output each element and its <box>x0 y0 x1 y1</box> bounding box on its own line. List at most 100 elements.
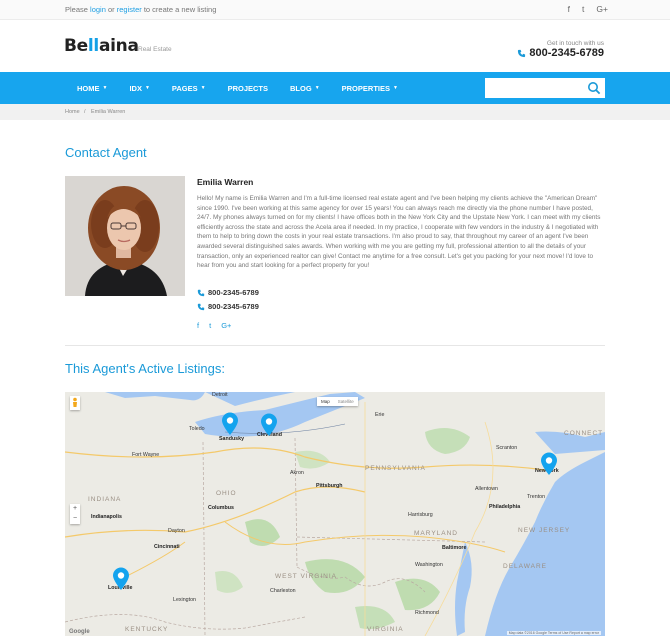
phone-icon <box>518 49 526 57</box>
map-label-city: Detroit <box>212 392 228 398</box>
chevron-down-icon: ▼ <box>392 85 398 91</box>
map-label-city: Columbus <box>208 505 234 511</box>
logo-subtitle: Real Estate <box>138 46 172 53</box>
agent-phone-number: 800-2345-6789 <box>208 302 259 311</box>
map-tiles <box>65 392 605 636</box>
nav-item-properties[interactable]: PROPERTIES ▼ <box>342 84 398 93</box>
map-label-state: MARYLAND <box>414 530 459 537</box>
map-label-state: VIRGINIA <box>367 626 404 633</box>
map-label-city: Dayton <box>168 528 185 534</box>
map-label-state: CONNECT <box>564 430 604 437</box>
phone-icon <box>197 289 205 296</box>
map-label-state: OHIO <box>216 490 237 497</box>
agent-phone-2[interactable]: 800-2345-6789 <box>197 302 259 311</box>
map-label-state: DELAWARE <box>503 563 547 570</box>
agent-bio: Hello! My name is Emilia Warren and I'm … <box>197 195 601 270</box>
breadcrumb-home[interactable]: Home <box>65 109 80 115</box>
map-label-state: KENTUCKY <box>125 626 169 633</box>
top-bar: Please login or register to create a new… <box>0 0 670 20</box>
map-label-city: Washington <box>415 562 443 568</box>
register-link[interactable]: register <box>117 5 142 14</box>
map-label-city: Fort Wayne <box>132 452 160 458</box>
map-label-state: INDIANA <box>88 496 122 503</box>
login-message-or: or <box>105 5 117 14</box>
twitter-icon[interactable]: t <box>209 321 211 330</box>
map-type-map-button[interactable]: Map <box>317 397 334 406</box>
zoom-out-button[interactable]: − <box>70 514 80 524</box>
nav-item-pages[interactable]: PAGES ▼ <box>172 84 206 93</box>
map-label-city: Trenton <box>527 494 546 500</box>
search-input[interactable] <box>485 78 605 98</box>
search-icon[interactable] <box>587 81 601 95</box>
map-pin-icon[interactable] <box>540 452 558 476</box>
google-plus-icon[interactable]: G+ <box>596 4 608 14</box>
map-label-city: Harrisburg <box>408 512 433 518</box>
agent-name: Emilia Warren <box>197 177 254 187</box>
active-listings-title: This Agent's Active Listings: <box>65 361 226 376</box>
map-label-city: Lexington <box>173 597 196 603</box>
map-label-city: Baltimore <box>442 545 467 551</box>
map-label-city: Erie <box>375 412 385 418</box>
breadcrumb-separator: / <box>84 109 86 115</box>
logo-text-end: aina <box>98 36 139 56</box>
map-label-city: Indianapolis <box>91 514 122 520</box>
map-type-control: Map Satellite <box>317 397 358 406</box>
zoom-in-button[interactable]: + <box>70 504 80 514</box>
map-label-city: Cincinnati <box>154 544 180 550</box>
agent-phone-1[interactable]: 800-2345-6789 <box>197 288 259 297</box>
logo-text-start: Be <box>64 36 88 56</box>
nav-item-home[interactable]: HOME ▼ <box>77 84 107 93</box>
listings-map[interactable]: PENNSYLVANIA OHIO INDIANA MARYLAND WEST … <box>65 392 605 636</box>
login-link[interactable]: login <box>90 5 106 14</box>
map-label-city: Akron <box>290 470 304 476</box>
street-view-pegman-icon[interactable] <box>70 396 80 410</box>
google-plus-icon[interactable]: G+ <box>221 321 231 330</box>
nav-item-idx-label: IDX <box>129 83 142 93</box>
contact-label: Get in touch with us <box>546 40 604 47</box>
agent-phone-number: 800-2345-6789 <box>208 288 259 297</box>
map-label-city: Richmond <box>415 610 439 616</box>
map-label-city: Sandusky <box>219 436 245 442</box>
section-divider <box>65 345 605 346</box>
facebook-icon[interactable]: f <box>568 4 570 14</box>
facebook-icon[interactable]: f <box>197 321 199 330</box>
google-logo: Google <box>69 629 90 635</box>
map-label-city: Pittsburgh <box>316 483 343 489</box>
map-pin-icon[interactable] <box>221 412 239 436</box>
nav-item-idx[interactable]: IDX ▼ <box>129 84 149 93</box>
twitter-icon[interactable]: t <box>582 4 584 14</box>
map-pin-icon[interactable] <box>260 413 278 437</box>
contact-agent-title: Contact Agent <box>65 145 147 160</box>
chevron-down-icon: ▼ <box>102 85 108 91</box>
chevron-down-icon: ▼ <box>314 85 320 91</box>
map-label-city: Scranton <box>496 445 518 451</box>
map-label-city: Allentown <box>475 486 498 492</box>
chevron-down-icon: ▼ <box>200 85 206 91</box>
nav-item-home-label: HOME <box>77 83 100 93</box>
nav-item-projects-label: PROJECTS <box>227 83 269 93</box>
nav-item-pages-label: PAGES <box>171 83 198 93</box>
header-phone[interactable]: 800-2345-6789 <box>517 47 604 59</box>
nav-item-properties-label: PROPERTIES <box>341 83 390 93</box>
phone-icon <box>197 303 205 310</box>
map-label-state: WEST VIRGINIA <box>275 573 337 580</box>
nav-item-projects[interactable]: PROJECTS <box>228 84 268 93</box>
breadcrumb: Home / Emilia Warren <box>0 104 670 120</box>
agent-photo <box>65 176 185 296</box>
map-label-state: NEW JERSEY <box>518 527 571 534</box>
map-label-state: PENNSYLVANIA <box>365 465 426 472</box>
map-label-city: Charleston <box>270 588 296 594</box>
map-label-city: Toledo <box>189 426 205 432</box>
site-logo[interactable]: Bellaina <box>64 36 139 56</box>
map-attribution[interactable]: Map data ©2016 Google Terms of Use Repor… <box>506 631 601 635</box>
map-pin-icon[interactable] <box>112 567 130 591</box>
header-phone-number: 800-2345-6789 <box>529 47 604 59</box>
login-message-suffix: to create a new listing <box>141 5 217 14</box>
zoom-control: + − <box>70 504 80 524</box>
agent-social-links: f t G+ <box>197 321 231 330</box>
nav-item-blog[interactable]: BLOG ▼ <box>290 84 320 93</box>
map-type-satellite-button[interactable]: Satellite <box>334 397 358 406</box>
breadcrumb-current: Emilia Warren <box>91 109 126 115</box>
login-message: Please login or register to create a new… <box>65 5 216 14</box>
top-social-links: f t G+ <box>568 4 608 14</box>
